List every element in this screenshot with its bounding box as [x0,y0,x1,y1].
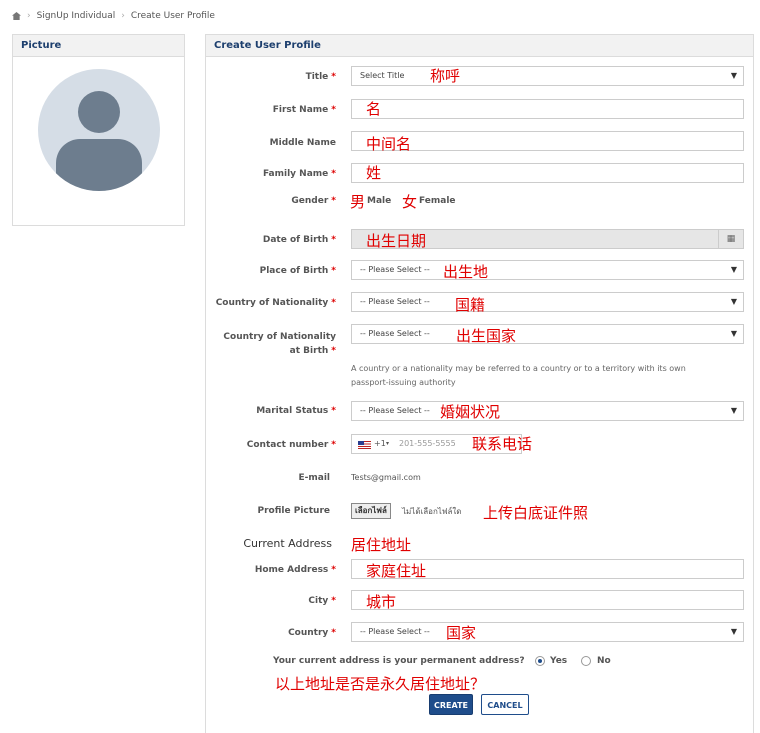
current-address-label: Current Address [243,537,332,550]
middle-name-label: Middle Name [269,138,336,148]
profile-picture-label: Profile Picture [257,506,330,516]
permanent-address-annotation: 以上地址是否是永久居住地址？ [275,675,486,693]
marital-annotation: 婚姻状况 [440,403,501,421]
chevron-down-icon: ▼ [730,329,737,338]
label-column: Title * First Name * Middle Name Family Na… [205,0,336,732]
us-flag-icon[interactable] [358,441,371,449]
avatar-placeholder [38,69,160,191]
male-annotation: 男 [350,193,366,211]
home-address-annotation: 家庭住址 [366,562,427,580]
nationality-select[interactable]: -- Please Select -- ▼ [351,292,744,312]
yes-radio[interactable] [535,656,545,666]
home-address-label: Home Address * [254,565,336,575]
city-annotation: 城市 [366,593,397,611]
breadcrumb-signup[interactable]: SignUp Individual [37,11,116,21]
chevron-down-icon: ▼ [730,406,737,415]
calendar-icon[interactable]: ▦ [718,230,743,248]
picture-panel: Picture [12,34,185,226]
dob-label: Date of Birth * [262,235,336,245]
nationality-label: Country of Nationality * [215,298,336,308]
email-label: E-mail [298,473,330,483]
chevron-down-icon: ▼ [730,297,737,306]
nationality-value: -- Please Select -- [360,297,430,306]
country-value: -- Please Select -- [360,627,430,636]
nationality-birth-select[interactable]: -- Please Select -- ▼ [351,324,744,344]
chevron-down-icon: ▼ [730,265,737,274]
marital-label: Marital Status * [256,406,336,416]
middle-name-annotation: 中间名 [366,135,412,153]
family-name-label: Family Name * [262,169,336,179]
cancel-button[interactable]: CANCEL [481,694,529,715]
gender-label: Gender * [291,196,336,206]
female-annotation: 女 [402,193,418,211]
permanent-address-question: Your current address is your permanent a… [273,656,525,666]
no-radio[interactable] [581,656,591,666]
title-annotation: 称呼 [430,67,461,85]
gender-female-option[interactable]: Female [419,196,456,206]
yes-label[interactable]: Yes [550,656,567,666]
family-name-input[interactable] [351,163,744,183]
title-select-value: Select Title [360,71,405,80]
place-of-birth-select[interactable]: -- Please Select -- ▼ [351,260,744,280]
first-name-input[interactable] [351,99,744,119]
home-icon[interactable] [12,12,21,20]
country-annotation: 国家 [446,624,477,642]
chevron-down-icon: ▼ [730,71,737,80]
profile-picture-annotation: 上传白底证件照 [483,504,589,522]
breadcrumb-separator: › [27,11,31,21]
nationality-help-text: A country or a nationality may be referr… [351,364,686,387]
title-select[interactable]: Select Title ▼ [351,66,744,86]
breadcrumb-separator: › [121,11,125,21]
contact-annotation: 联系电话 [472,435,533,453]
picture-panel-title: Picture [13,35,184,57]
avatar-body-shape [56,139,142,191]
create-button[interactable]: CREATE [429,694,473,715]
choose-file-button[interactable]: เลือกไฟล์ [351,503,391,519]
country-code[interactable]: +1 [374,435,386,453]
nationality-annotation: 国籍 [455,296,486,314]
first-name-label: First Name * [272,105,336,115]
breadcrumb-current: Create User Profile [130,11,215,21]
city-input[interactable] [351,590,744,610]
current-address-annotation: 居住地址 [351,536,412,554]
file-status-text: ไม่ได้เลือกไฟล์ใด [402,507,462,516]
country-select[interactable]: -- Please Select -- ▼ [351,622,744,642]
avatar-head-shape [78,91,120,133]
nationality-birth-annotation: 出生国家 [456,327,517,345]
nationality-birth-label: Country of Nationality at Birth * [223,332,336,356]
chevron-down-icon: ▼ [730,627,737,636]
title-label: Title * [305,72,336,82]
marital-select[interactable]: -- Please Select -- ▼ [351,401,744,421]
nationality-birth-value: -- Please Select -- [360,329,430,338]
chevron-down-icon: ▾ [386,440,390,447]
place-of-birth-label: Place of Birth * [259,266,336,276]
city-label: City * [308,596,336,606]
family-name-annotation: 姓 [366,164,382,182]
contact-placeholder: 201-555-5555 [399,439,456,448]
place-of-birth-value: -- Please Select -- [360,265,430,274]
marital-value: -- Please Select -- [360,406,430,415]
no-label[interactable]: No [597,656,611,666]
gender-male-option[interactable]: Male [367,196,391,206]
breadcrumb: › SignUp Individual › Create User Profil… [12,11,215,21]
email-value: Tests@gmail.com [351,473,421,482]
contact-label: Contact number * [246,440,336,450]
place-of-birth-annotation: 出生地 [443,263,489,281]
first-name-annotation: 名 [366,100,382,118]
country-label: Country * [288,628,336,638]
dob-annotation: 出生日期 [366,232,427,250]
